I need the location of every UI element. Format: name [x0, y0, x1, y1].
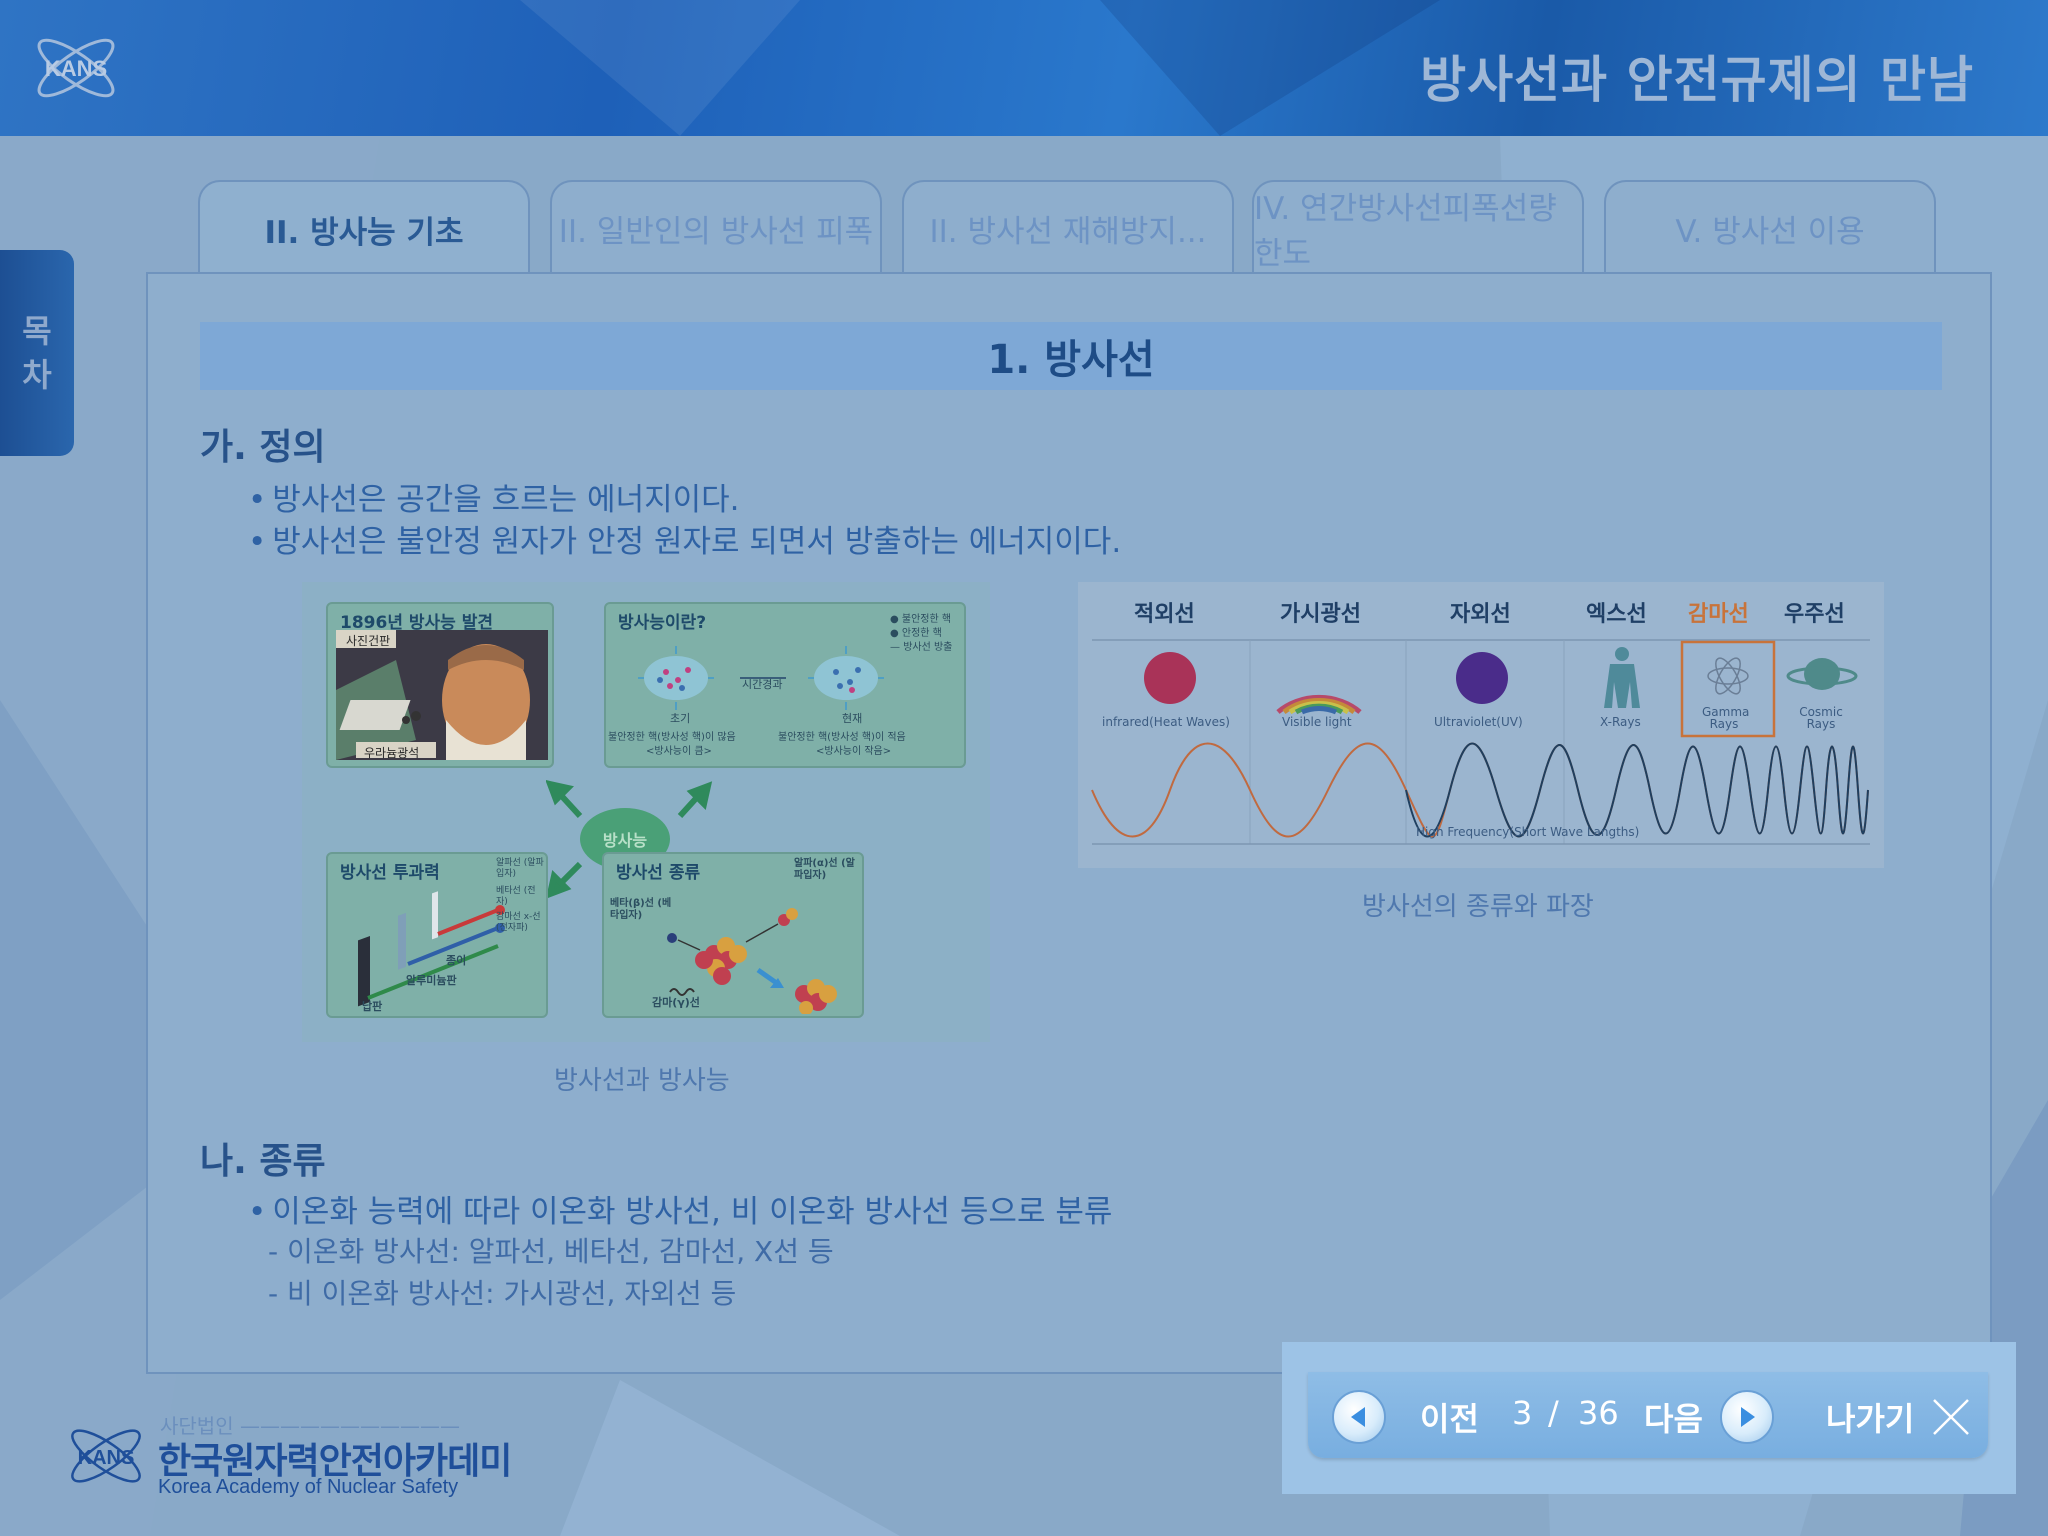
cosmic-header: 우주선	[1784, 602, 1845, 627]
tab-annual-dose-limit[interactable]: IV. 연간방사선피폭선량한도	[1252, 180, 1584, 274]
gamma-penetration-label: 감마선 x-선 (전자파)	[496, 912, 541, 933]
legend-stable: ● 안정한 핵	[890, 628, 942, 639]
arrow-right-icon	[1741, 1407, 1755, 1427]
definition-heading: 가. 정의	[200, 427, 326, 468]
types-bullet: 이온화 능력에 따라 이온화 방사선, 비 이온화 방사선 등으로 분류	[248, 1186, 1112, 1231]
footer-org-name-en: Korea Academy of Nuclear Safety	[158, 1476, 459, 1498]
tab-radioactivity-basics[interactable]: II. 방사능 기초	[198, 180, 530, 276]
radiation-types-card: 방사선 종류 알파(α)선 (알파입자) 베타(β)선 (베타입자) 감마(γ)…	[602, 852, 864, 1018]
kans-logo-icon: KANS	[37, 38, 115, 98]
becquerel-illustration	[336, 630, 548, 760]
next-label[interactable]: 다음	[1644, 1394, 1703, 1440]
svg-text:KANS: KANS	[45, 56, 107, 81]
exit-label[interactable]: 나가기	[1826, 1394, 1914, 1440]
navigation-box: 이전 3 / 36 다음 나가기	[1282, 1342, 2016, 1494]
lead-label: 납판	[362, 1000, 383, 1013]
xray-label: X-Rays	[1600, 715, 1641, 729]
alpha-penetration-label: 알파선 (알파입자)	[496, 858, 544, 879]
legend-unstable: ● 불안정한 핵	[890, 614, 952, 625]
figure2-caption: 방사선의 종류와 파장	[1362, 892, 1594, 922]
ultraviolet-label: Ultraviolet(UV)	[1434, 715, 1523, 729]
infrared-icon	[1144, 652, 1196, 704]
aluminum-label: 알루미늄판	[406, 974, 457, 987]
close-icon[interactable]	[1932, 1398, 1970, 1436]
page-header-title: 방사선과 안전규제의 만남	[1420, 51, 1974, 109]
cosmic-label: Cosmic Rays	[1799, 705, 1843, 731]
page-separator: /	[1548, 1394, 1559, 1432]
xray-header: 엑스선	[1586, 602, 1647, 627]
initial-desc-1: 불안정한 핵(방사성 핵)이 많음	[608, 732, 736, 743]
high-frequency-label: High Frequency(Short Wave Langths)	[1416, 825, 1640, 839]
initial-label: 초기	[670, 712, 691, 725]
current-desc-2: <방사능이 작음>	[816, 746, 892, 757]
gamma-header: 감마선	[1688, 602, 1749, 627]
types-sub-nonionizing: - 비 이온화 방사선: 가시광선, 자외선 등	[268, 1277, 737, 1310]
navigation-bar: 이전 3 / 36 다음 나가기	[1308, 1372, 1988, 1458]
nucleus-diagram	[638, 646, 884, 710]
toc-label-1: 목	[22, 312, 52, 350]
kans-footer-logo-icon: KANS	[71, 1429, 141, 1483]
gamma-type-label: 감마(γ)선	[652, 996, 700, 1009]
section-title: 1. 방사선	[987, 337, 1155, 383]
definition-bullet-1: 방사선은 공간을 흐르는 에너지이다.	[248, 474, 739, 519]
header-bar: KANS 방사선과 안전규제의 만남	[0, 0, 2048, 136]
beta-penetration-label: 베타선 (전자)	[496, 886, 536, 907]
current-page: 3	[1512, 1394, 1533, 1432]
next-button[interactable]	[1720, 1390, 1774, 1444]
current-label: 현재	[842, 712, 863, 725]
infrared-label: infrared(Heat Waves)	[1102, 715, 1230, 729]
penetration-card-title: 방사선 투과력	[340, 863, 440, 883]
svg-text:KANS: KANS	[78, 1447, 135, 1469]
alpha-type-label: 알파(α)선 (알파입자)	[794, 858, 855, 881]
time-elapsed-label: 시간경과	[742, 678, 783, 691]
visible-header: 가시광선	[1280, 602, 1361, 627]
spectrum-figure: 적외선 가시광선 자외선 엑스선 감마선 우주선 infrared(Heat W…	[1078, 582, 1884, 868]
types-heading: 나. 종류	[200, 1141, 326, 1182]
footer-logo: KANS 사단법인 ——————————— 한국원자력안전아카데미 Korea …	[64, 1410, 512, 1502]
types-card-title: 방사선 종류	[616, 863, 701, 883]
radioactivity-figure: 1896년 방사능 발견 사진건판 우라늄광석 방사능이란? ● 불안정한 핵 …	[302, 582, 990, 1042]
content-panel: 1. 방사선 가. 정의 방사선은 공간을 흐르는 에너지이다. 방사선은 불안…	[146, 272, 1992, 1374]
prev-label[interactable]: 이전	[1420, 1394, 1479, 1440]
tab-disaster-prevention[interactable]: II. 방사선 재해방지...	[902, 180, 1234, 274]
gamma-label: Gamma Rays	[1702, 705, 1750, 731]
ultraviolet-header: 자외선	[1450, 602, 1511, 627]
prev-button[interactable]	[1332, 1390, 1386, 1444]
atom-icon	[1707, 657, 1749, 695]
penetration-card: 방사선 투과력 알파선 (알파입자) 베타선 (전자) 감마선 x-선 (전자파…	[326, 852, 548, 1018]
beta-type-label: 베타(β)선 (베타입자)	[610, 898, 672, 921]
photo-plate-label: 사진건판	[346, 634, 391, 648]
planet-icon	[1786, 658, 1858, 690]
rainbow-icon	[1276, 694, 1362, 715]
xray-body-icon	[1604, 647, 1640, 708]
current-desc-1: 불안정한 핵(방사성 핵)이 적음	[778, 732, 906, 743]
chapter-tabs: II. 방사능 기초 II. 일반인의 방사선 피폭 II. 방사선 재해방지.…	[198, 180, 1936, 276]
toc-side-tab[interactable]: 목 차	[0, 250, 74, 456]
infrared-header: 적외선	[1134, 602, 1195, 627]
figure1-caption: 방사선과 방사능	[554, 1066, 730, 1096]
toc-label-2: 차	[22, 356, 52, 394]
tab-public-exposure[interactable]: II. 일반인의 방사선 피폭	[550, 180, 882, 274]
visible-label: Visible light	[1282, 715, 1352, 729]
initial-desc-2: <방사능이 큼>	[646, 746, 712, 757]
uranium-label: 우라늄광석	[364, 746, 420, 760]
section-title-bar: 1. 방사선	[200, 322, 1942, 390]
definition-bullet-2: 방사선은 불안정 원자가 안정 원자로 되면서 방출하는 에너지이다.	[248, 516, 1121, 561]
what-is-radioactivity-card: 방사능이란? ● 불안정한 핵 ● 안정한 핵 — 방사선 방출 시간경과 초기…	[604, 602, 966, 768]
arrow-left-icon	[1351, 1407, 1365, 1427]
total-pages: 36	[1578, 1394, 1619, 1432]
discovery-card: 1896년 방사능 발견 사진건판 우라늄광석	[326, 602, 554, 768]
types-sub-ionizing: - 이온화 방사선: 알파선, 베타선, 감마선, X선 등	[268, 1235, 834, 1268]
tab-radiation-use[interactable]: V. 방사선 이용	[1604, 180, 1936, 274]
what-card-title: 방사능이란?	[618, 613, 707, 633]
ultraviolet-icon	[1456, 652, 1508, 704]
paper-label: 종이	[446, 954, 467, 967]
